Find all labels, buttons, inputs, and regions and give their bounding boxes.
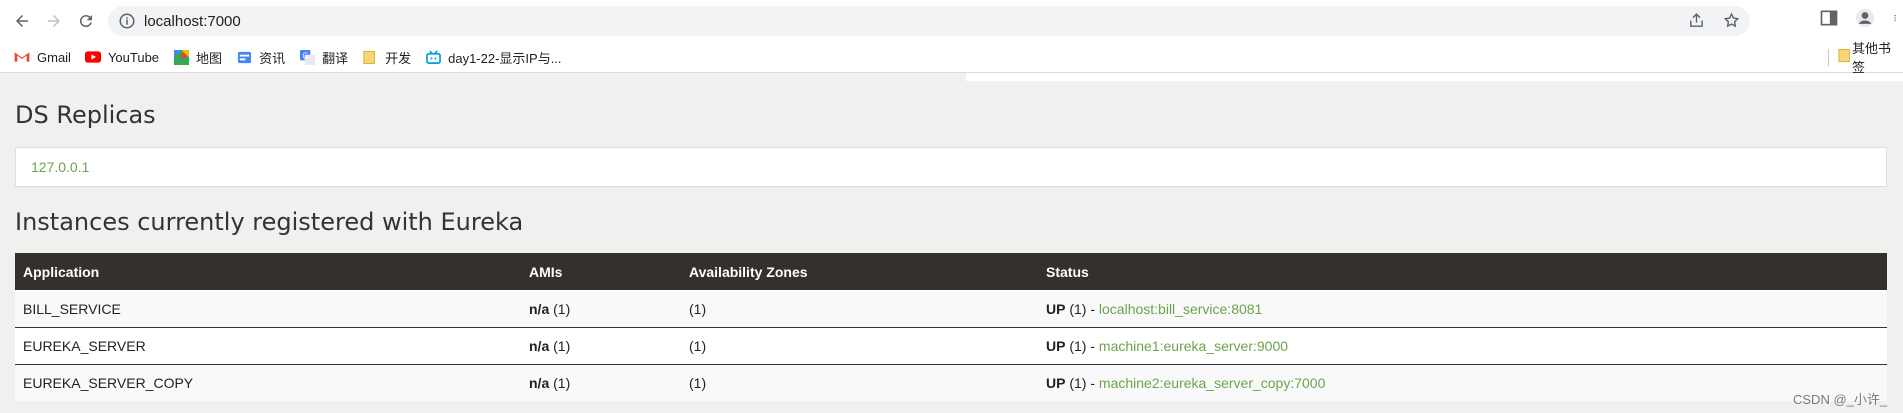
column-header-amis: AMIs xyxy=(521,253,681,291)
translate-icon: G xyxy=(299,49,315,65)
application-name: EUREKA_SERVER xyxy=(15,327,521,365)
status-cell: UP (1) - machine2:eureka_server_copy:700… xyxy=(1038,364,1887,401)
gmail-icon xyxy=(14,49,30,65)
instance-link[interactable]: localhost:bill_service:8081 xyxy=(1099,301,1262,317)
page-top-panel xyxy=(966,73,1903,81)
instance-link[interactable]: machine1:eureka_server:9000 xyxy=(1099,338,1288,354)
address-bar[interactable]: localhost:7000 xyxy=(108,6,1750,36)
arrow-right-icon xyxy=(48,15,60,27)
bookmark-star-icon[interactable] xyxy=(1723,12,1740,29)
forward-button[interactable] xyxy=(40,7,68,35)
arrow-left-icon xyxy=(16,15,28,27)
share-icon[interactable] xyxy=(1688,12,1705,29)
table-row: BILL_SERVICE n/a (1) (1) UP (1) - localh… xyxy=(15,290,1887,328)
column-header-status: Status xyxy=(1038,253,1887,291)
ds-replicas-list: 127.0.0.1 xyxy=(15,147,1887,187)
ami-cell: n/a (1) xyxy=(521,364,681,401)
instances-table: Application AMIs Availability Zones Stat… xyxy=(15,253,1887,401)
news-icon xyxy=(236,49,252,65)
application-name: BILL_SERVICE xyxy=(15,290,521,328)
csdn-watermark: CSDN @_小许_ xyxy=(1793,392,1888,407)
column-header-application: Application xyxy=(15,253,521,291)
ami-cell: n/a (1) xyxy=(521,327,681,365)
side-panel-icon[interactable] xyxy=(1819,8,1839,28)
bookmarks-bar: Gmail YouTube 地图 资讯 G 翻译 开发 day1-22-显示IP… xyxy=(0,41,1903,75)
ami-cell: n/a (1) xyxy=(521,290,681,328)
url-text[interactable]: localhost:7000 xyxy=(144,13,241,30)
instance-link[interactable]: machine2:eureka_server_copy:7000 xyxy=(1099,375,1325,391)
reload-button[interactable] xyxy=(72,7,100,35)
status-cell: UP (1) - machine1:eureka_server:9000 xyxy=(1038,327,1887,365)
youtube-icon xyxy=(84,49,101,65)
site-info-icon[interactable] xyxy=(118,12,136,30)
zones-cell: (1) xyxy=(681,290,1038,328)
instances-title: Instances currently registered with Eure… xyxy=(15,208,524,236)
status-cell: UP (1) - localhost:bill_service:8081 xyxy=(1038,290,1887,328)
profile-avatar-icon[interactable] xyxy=(1855,8,1875,28)
bilibili-icon xyxy=(425,49,441,65)
bookmark-maps[interactable]: 地图 xyxy=(173,45,222,69)
bookmark-day1[interactable]: day1-22-显示IP与... xyxy=(425,45,562,69)
bookmark-youtube[interactable]: YouTube xyxy=(84,45,159,69)
back-button[interactable] xyxy=(8,7,36,35)
application-name: EUREKA_SERVER_COPY xyxy=(15,364,521,401)
folder-icon xyxy=(1838,48,1852,66)
svg-text:G: G xyxy=(302,51,308,60)
column-header-zones: Availability Zones xyxy=(681,253,1038,291)
browser-toolbar: localhost:7000 xyxy=(0,0,1903,42)
zones-cell: (1) xyxy=(681,364,1038,401)
folder-icon xyxy=(362,49,378,65)
reload-icon xyxy=(79,15,92,28)
bookmark-translate[interactable]: G 翻译 xyxy=(299,45,348,69)
table-header-row: Application AMIs Availability Zones Stat… xyxy=(15,253,1887,291)
bookmark-gmail[interactable]: Gmail xyxy=(14,45,71,69)
bookmark-news[interactable]: 资讯 xyxy=(236,45,285,69)
bookmark-other-folder[interactable]: 其他书签 xyxy=(1824,41,1903,75)
menu-kebab-icon[interactable] xyxy=(1891,8,1899,28)
replica-link[interactable]: 127.0.0.1 xyxy=(31,159,89,175)
bookmark-folder-dev[interactable]: 开发 xyxy=(362,45,411,69)
table-row: EUREKA_SERVER_COPY n/a (1) (1) UP (1) - … xyxy=(15,364,1887,401)
zones-cell: (1) xyxy=(681,327,1038,365)
table-row: EUREKA_SERVER n/a (1) (1) UP (1) - machi… xyxy=(15,327,1887,365)
ds-replicas-title: DS Replicas xyxy=(15,101,156,129)
maps-icon xyxy=(173,49,189,65)
